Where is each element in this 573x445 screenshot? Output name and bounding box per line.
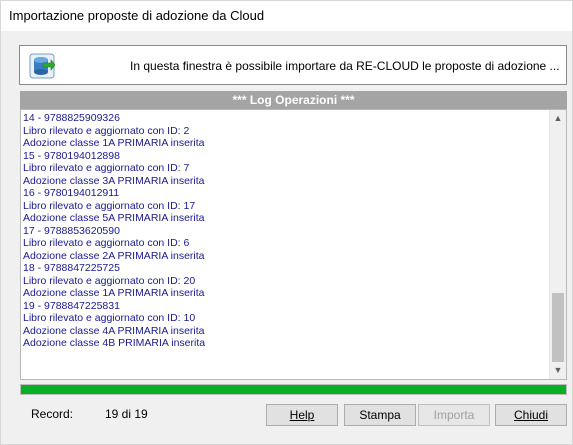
log-header: *** Log Operazioni *** [20,91,567,109]
close-button-label: Chiudi [513,408,549,422]
log-line: Adozione classe 1A PRIMARIA inserita [23,287,205,299]
log-line: Adozione classe 3A PRIMARIA inserita [23,174,205,187]
database-import-icon [29,53,55,79]
progress-fill [21,385,566,394]
print-button[interactable]: Stampa [344,404,416,426]
log-line: Adozione classe 5A PRIMARIA inserita [23,212,205,224]
scroll-thumb[interactable] [552,293,564,362]
banner-text: In questa finestra è possibile importare… [130,59,560,73]
log-panel[interactable]: 14 - 9788825909326 Libro rilevato e aggio… [20,109,567,380]
log-line: Libro rilevato e aggiornato con ID: 7 [23,162,190,174]
title-bar[interactable]: Importazione proposte di adozione da Clo… [1,1,572,31]
log-line: 14 - 9788825909326 [23,112,120,124]
window-title: Importazione proposte di adozione da Clo… [9,8,265,23]
log-line: 15 - 9780194012898 [23,149,120,162]
log-line: 17 - 9788853620590 [23,224,120,237]
help-button[interactable]: Help [266,404,338,426]
scroll-down-icon[interactable]: ▼ [550,362,566,379]
log-line: Libro rilevato e aggiornato con ID: 2 [23,124,190,137]
help-button-label: Help [289,408,315,422]
log-line: Adozione classe 1A PRIMARIA inserita [23,137,205,149]
progress-bar [20,384,567,395]
log-line: Adozione classe 4B PRIMARIA inserita [23,337,206,349]
log-line: 16 - 9780194012911 [23,187,120,199]
log-line: Libro rilevato e aggiornato con ID: 10 [23,312,196,324]
record-label: Record: [31,407,74,421]
import-button[interactable]: Importa [418,404,490,426]
log-line: Adozione classe 2A PRIMARIA inserita [23,249,205,262]
log-lines: 14 - 9788825909326 Libro rilevato e aggio… [23,112,543,350]
close-button[interactable]: Chiudi [495,404,567,426]
log-line: Adozione classe 4A PRIMARIA inserita [23,324,205,337]
log-line: 18 - 9788847225725 [23,262,120,274]
info-banner: In questa finestra è possibile importare… [19,45,567,85]
log-line: Libro rilevato e aggiornato con ID: 17 [23,199,196,212]
record-value: 19 di 19 [105,407,148,421]
scroll-up-icon[interactable]: ▲ [550,110,566,127]
log-scrollbar[interactable]: ▲ ▼ [549,110,566,379]
log-line: 19 - 9788847225831 [23,299,120,312]
log-line: Libro rilevato e aggiornato con ID: 6 [23,237,190,249]
import-dialog-window: Importazione proposte di adozione da Clo… [0,0,573,445]
log-line: Libro rilevato e aggiornato con ID: 20 [23,274,196,287]
